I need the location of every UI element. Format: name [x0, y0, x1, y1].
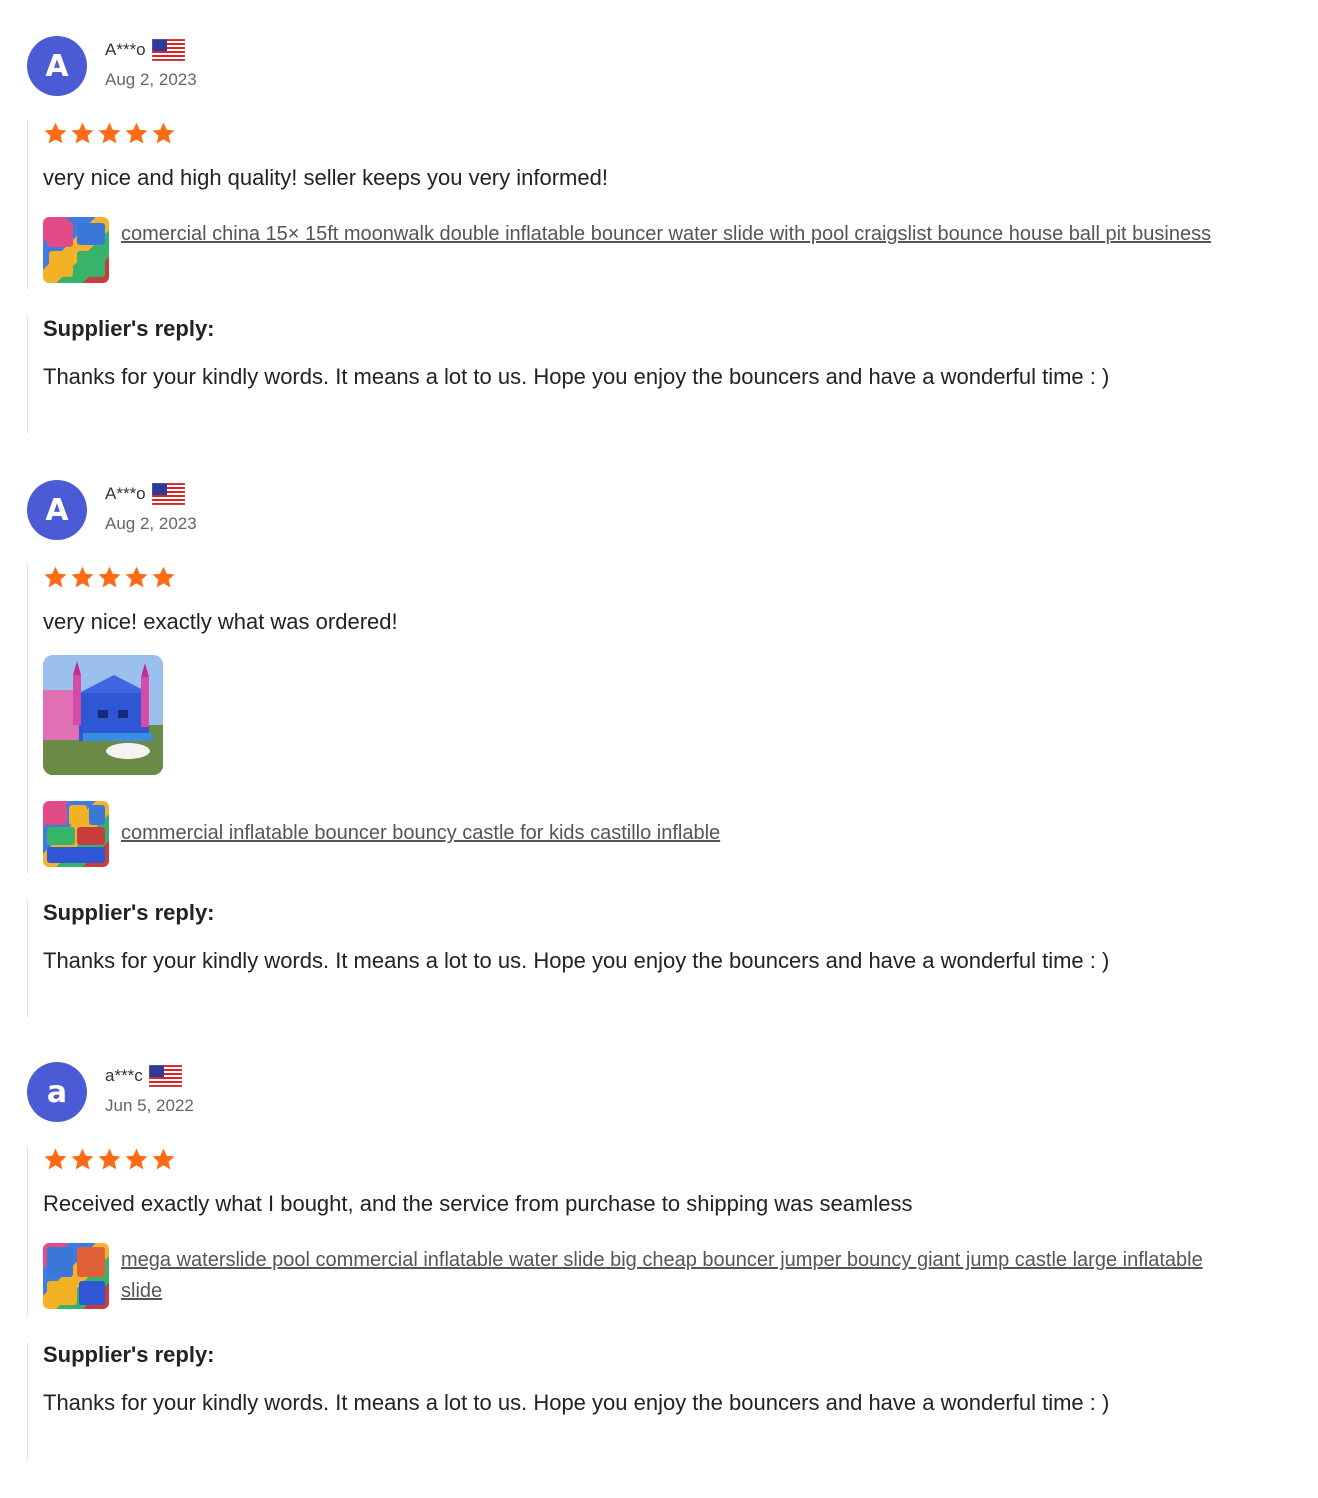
- product-link-row[interactable]: commercial inflatable bouncer bouncy cas…: [43, 801, 1231, 868]
- supplier-reply-text: Thanks for your kindly words. It means a…: [43, 364, 1110, 389]
- product-thumbnail[interactable]: [43, 801, 109, 868]
- star-icon: [152, 122, 175, 144]
- review-text: very nice! exactly what was ordered!: [43, 609, 398, 634]
- star-icon: [98, 566, 121, 588]
- product-link-row[interactable]: mega waterslide pool commercial inflatab…: [43, 1243, 1231, 1310]
- review-item: A A***o Aug 2, 2023 very nice and high q…: [0, 36, 1318, 436]
- star-icon: [71, 1148, 94, 1170]
- star-icon: [98, 1148, 121, 1170]
- avatar: A: [27, 480, 87, 540]
- bounce-castle-photo: [43, 655, 163, 776]
- star-icon: [71, 566, 94, 588]
- review-date: Aug 2, 2023: [105, 514, 197, 533]
- reviewer-name: A***o: [105, 484, 146, 503]
- rating-stars: [43, 1146, 1231, 1173]
- supplier-reply-title: Supplier's reply:: [43, 316, 215, 341]
- review-item: a a***c Jun 5, 2022 Received exactly wha…: [0, 1062, 1318, 1462]
- product-link[interactable]: mega waterslide pool commercial inflatab…: [121, 1245, 1231, 1307]
- review-date: Jun 5, 2022: [105, 1096, 194, 1115]
- rating-stars: [43, 564, 1231, 591]
- star-icon: [152, 566, 175, 588]
- product-thumbnail[interactable]: [43, 217, 109, 284]
- review-photo[interactable]: [43, 655, 163, 776]
- star-icon: [44, 566, 67, 588]
- star-icon: [98, 122, 121, 144]
- star-icon: [44, 122, 67, 144]
- review-text: very nice and high quality! seller keeps…: [43, 165, 608, 190]
- star-icon: [125, 566, 148, 588]
- product-link[interactable]: commercial inflatable bouncer bouncy cas…: [121, 818, 1231, 849]
- avatar: A: [27, 36, 87, 96]
- supplier-reply-text: Thanks for your kindly words. It means a…: [43, 1390, 1110, 1415]
- star-icon: [152, 1148, 175, 1170]
- avatar: a: [27, 1062, 87, 1122]
- reviewer-name: a***c: [105, 1066, 143, 1085]
- supplier-reply-title: Supplier's reply:: [43, 900, 215, 925]
- product-link-row[interactable]: comercial china 15× 15ft moonwalk double…: [43, 217, 1231, 284]
- star-icon: [71, 122, 94, 144]
- supplier-reply-title: Supplier's reply:: [43, 1342, 215, 1367]
- product-link[interactable]: comercial china 15× 15ft moonwalk double…: [121, 219, 1231, 250]
- review-text: Received exactly what I bought, and the …: [43, 1191, 913, 1216]
- us-flag-icon: [151, 483, 185, 505]
- star-icon: [44, 1148, 67, 1170]
- supplier-reply-text: Thanks for your kindly words. It means a…: [43, 948, 1110, 973]
- us-flag-icon: [148, 1065, 182, 1087]
- product-thumbnail[interactable]: [43, 1243, 109, 1310]
- us-flag-icon: [151, 39, 185, 61]
- rating-stars: [43, 120, 1231, 147]
- review-item: A A***o Aug 2, 2023 very nice! exactly w…: [0, 480, 1318, 1020]
- review-date: Aug 2, 2023: [105, 70, 197, 89]
- reviewer-name: A***o: [105, 40, 146, 59]
- star-icon: [125, 1148, 148, 1170]
- star-icon: [125, 122, 148, 144]
